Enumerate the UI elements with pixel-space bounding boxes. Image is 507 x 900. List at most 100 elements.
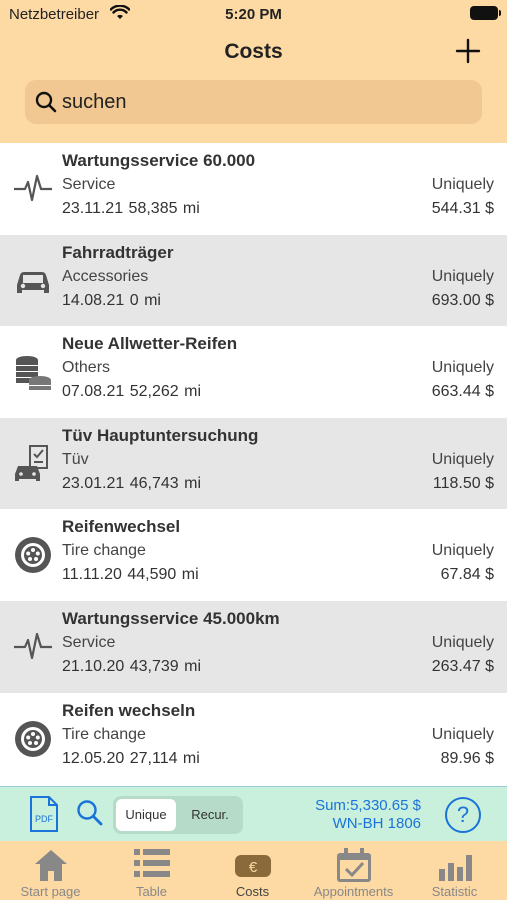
item-mileage: 58,385 mi [128,200,200,217]
list-icon [134,849,170,877]
item-category: Service [62,633,116,651]
item-amount: 263.47 $ [431,657,494,675]
list-item[interactable]: Reifenwechsel Tire change 11.11.20 44,59… [0,509,507,601]
pdf-export-button[interactable]: PDF [29,795,59,838]
pulse-icon [13,627,53,667]
item-category: Others [62,359,111,377]
inspection-icon [13,444,53,484]
tab-table[interactable]: Table [101,841,202,900]
tab-label: Statistic [431,884,478,899]
item-frequency: Uniquely [431,359,494,377]
tab-statistic[interactable]: Statistic [404,841,505,900]
item-category: Tire change [62,725,146,743]
list-item[interactable]: Tüv Hauptuntersuchung Tüv 23.01.21 46,74… [0,417,507,510]
item-name: Reifen wechseln [62,700,196,720]
coins-icon [13,352,53,392]
item-date-mileage: 14.08.21 0 mi [62,292,161,310]
item-date: 23.01.21 [62,474,125,492]
item-amount: 663.44 $ [431,383,494,401]
tab-appointments[interactable]: Appointments [303,841,404,900]
item-date: 21.10.20 [62,657,125,675]
item-mileage: 27,114 mi [129,749,200,767]
item-date-mileage: 23.01.21 46,743 mi [62,475,201,493]
search-bar[interactable] [25,80,482,124]
calendar-icon [337,848,371,882]
item-amount: 693.00 $ [431,291,494,309]
list-item[interactable]: Neue Allwetter-Reifen Others 07.08.21 52… [0,326,507,418]
item-date: 23.11.21 [62,200,124,217]
item-date: 07.08.21 [62,383,125,401]
unique-recurring-toggle[interactable]: Unique Recur. [113,796,243,834]
tab-start-page[interactable]: Start page [0,841,101,900]
item-date: 14.08.21 [62,291,125,309]
item-category: Tire change [62,542,146,560]
tab-label: Costs [235,884,270,899]
item-mileage: 52,262 mi [129,383,201,401]
sum-summary: Sum:5,330.65 $ WN-BH 1806 [315,797,421,833]
cost-list: Wartungsservice 60.000 Service 23.11.21 … [0,143,507,784]
search-icon[interactable] [76,799,104,832]
item-date: 12.05.20 [62,749,125,767]
item-category: Accessories [62,267,149,285]
item-mileage: 44,590 mi [127,566,199,584]
tab-label: Start page [20,884,81,899]
add-icon[interactable] [455,38,481,64]
tab-label: Appointments [313,884,394,899]
item-date-mileage: 21.10.20 43,739 mi [62,658,201,676]
home-icon [35,850,67,881]
search-input[interactable] [62,88,462,116]
item-date-mileage: 11.11.20 44,590 mi [62,566,199,584]
license-plate: WN-BH 1806 [332,815,421,832]
tire-icon [13,535,53,575]
item-name: Wartungsservice 60.000 [62,151,256,170]
list-item[interactable]: Wartungsservice 45.000km Service 21.10.2… [0,600,507,693]
item-category: Service [62,176,116,193]
pdf-label: PDF [35,814,54,824]
search-icon [35,91,57,118]
item-frequency: Uniquely [431,450,494,468]
sum-total: Sum:5,330.65 $ [315,797,421,814]
item-amount: 67.84 $ [440,566,494,584]
item-mileage: 43,739 mi [129,657,201,675]
item-frequency: Uniquely [431,542,494,560]
car-icon [13,261,53,301]
clock: 5:20 PM [225,6,282,23]
item-name: Reifenwechsel [62,517,181,537]
tab-label: Table [135,884,168,899]
item-mileage: 46,743 mi [129,474,201,492]
item-date-mileage: 07.08.21 52,262 mi [62,383,201,401]
item-date-mileage: 12.05.20 27,114 mi [62,750,200,768]
page-title: Costs [224,40,283,63]
item-date-mileage: 23.11.21 58,385 mi [62,200,200,218]
list-item[interactable]: Fahrradträger Accessories 14.08.21 0 mi … [0,234,507,327]
item-frequency: Uniquely [431,176,494,193]
help-button[interactable]: ? [445,797,481,833]
segment-unique[interactable]: Unique [116,799,176,831]
item-name: Fahrradträger [62,242,174,262]
item-mileage: 0 mi [129,291,161,309]
item-name: Tüv Hauptuntersuchung [62,425,259,445]
battery-icon [470,6,501,20]
item-date: 11.11.20 [62,566,122,584]
segment-recurring[interactable]: Recur. [179,799,241,831]
list-item[interactable]: Reifen wechseln Tire change 12.05.20 27,… [0,693,507,785]
item-name: Neue Allwetter-Reifen [62,334,238,354]
item-category: Tüv [62,450,89,468]
status-bar: Netzbetreiber 5:20 PM [0,0,507,28]
list-item[interactable]: Wartungsservice 60.000 Service 23.11.21 … [0,143,507,235]
bar-chart-icon [439,855,472,881]
tab-bar: Start page Table € Costs Appointments St… [0,841,507,900]
item-amount: 118.50 $ [432,474,494,492]
euro-icon: € [235,855,271,877]
header-area: Netzbetreiber 5:20 PM Costs [0,0,507,143]
svg-text:€: € [249,859,258,876]
item-frequency: Uniquely [431,267,494,285]
tab-costs[interactable]: € Costs [202,841,303,900]
item-amount: 544.31 $ [431,200,494,217]
pulse-icon [13,169,53,209]
item-amount: 89.96 $ [440,749,494,767]
item-frequency: Uniquely [431,633,494,651]
tire-icon [13,719,53,759]
item-name: Wartungsservice 45.000km [62,608,280,628]
item-frequency: Uniquely [431,725,494,743]
